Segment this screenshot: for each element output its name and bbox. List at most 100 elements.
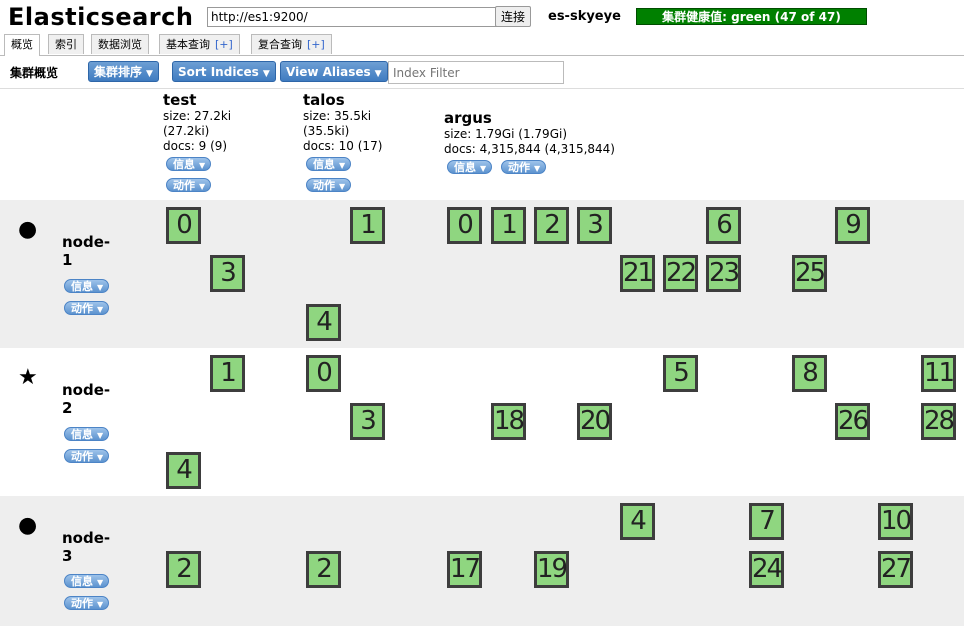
index-filter-input[interactable] xyxy=(388,61,564,84)
shard[interactable]: 3 xyxy=(210,255,245,292)
index-header-talos: talos size: 35.5ki (35.5ki) docs: 10 (17… xyxy=(303,91,382,193)
chevron-down-icon: ▼ xyxy=(146,69,153,79)
shard[interactable]: 22 xyxy=(663,255,698,292)
chevron-down-icon: ▼ xyxy=(97,305,104,314)
shard[interactable]: 27 xyxy=(878,551,913,588)
shard[interactable]: 26 xyxy=(835,403,870,440)
shard[interactable]: 21 xyxy=(620,255,655,292)
shard[interactable]: 17 xyxy=(447,551,482,588)
shard[interactable]: 18 xyxy=(491,403,526,440)
index-name: talos xyxy=(303,91,345,109)
index-info-button[interactable]: 信息 ▼ xyxy=(306,157,352,171)
tab-add-icon[interactable]: [+] xyxy=(215,38,233,51)
toolbar-title: 集群概览 xyxy=(10,66,59,80)
shard[interactable]: 4 xyxy=(166,452,201,489)
shard[interactable]: 8 xyxy=(792,355,827,392)
shard[interactable]: 1 xyxy=(210,355,245,392)
shard[interactable]: 4 xyxy=(620,503,655,540)
index-docs: docs: 10 (17) xyxy=(303,139,383,153)
sort-indices-button[interactable]: Sort Indices ▼ xyxy=(172,61,276,82)
circle-icon: ● xyxy=(18,513,38,538)
tab-bar: 概览 索引 数据浏览 基本查询 [+] 复合查询 [+] xyxy=(0,33,964,56)
view-aliases-button[interactable]: View Aliases ▼ xyxy=(280,61,388,82)
shard[interactable]: 0 xyxy=(447,207,482,244)
tab-basic-query[interactable]: 基本查询 [+] xyxy=(159,34,240,54)
index-info-button[interactable]: 信息 ▼ xyxy=(166,157,212,171)
button-label: 集群排序 xyxy=(94,65,143,79)
shard[interactable]: 10 xyxy=(878,503,913,540)
node-info-button[interactable]: 信息 ▼ xyxy=(64,574,110,588)
shard[interactable]: 28 xyxy=(921,403,956,440)
index-size: size: 1.79Gi (1.79Gi) xyxy=(444,127,568,141)
index-header-argus: argus size: 1.79Gi (1.79Gi) docs: 4,315,… xyxy=(444,109,615,175)
chevron-down-icon: ▼ xyxy=(97,453,104,462)
shard[interactable]: 7 xyxy=(749,503,784,540)
node-row-2: ★ node- 2 信息 ▼ 动作 ▼ 1 4 0 3 5 8 11 18 20 26… xyxy=(0,348,964,496)
button-label: Sort Indices xyxy=(178,65,259,79)
shard[interactable]: 3 xyxy=(350,403,385,440)
shard[interactable]: 2 xyxy=(306,551,341,588)
node-name[interactable]: node- 3 xyxy=(62,529,110,565)
node-action-button[interactable]: 动作 ▼ xyxy=(64,449,110,463)
chevron-down-icon: ▼ xyxy=(97,283,104,292)
shard[interactable]: 23 xyxy=(706,255,741,292)
shard[interactable]: 5 xyxy=(663,355,698,392)
circle-icon: ● xyxy=(18,217,38,242)
shard[interactable]: 3 xyxy=(577,207,612,244)
tab-label: 基本查询 xyxy=(166,38,210,51)
chevron-down-icon: ▼ xyxy=(480,164,487,173)
index-action-button[interactable]: 动作 ▼ xyxy=(166,178,212,192)
shard[interactable]: 2 xyxy=(166,551,201,588)
node-name[interactable]: node- 2 xyxy=(62,381,110,417)
shard[interactable]: 4 xyxy=(306,304,341,341)
button-label: View Aliases xyxy=(286,65,371,79)
node-action-button[interactable]: 动作 ▼ xyxy=(64,301,110,315)
app-logo: Elasticsearch xyxy=(8,3,194,31)
node-action-button[interactable]: 动作 ▼ xyxy=(64,596,110,610)
node-name[interactable]: node- 1 xyxy=(62,233,110,269)
chevron-down-icon: ▼ xyxy=(97,431,104,440)
shard[interactable]: 0 xyxy=(306,355,341,392)
shard[interactable]: 0 xyxy=(166,207,201,244)
tab-label: 数据浏览 xyxy=(98,38,142,51)
node-info-button[interactable]: 信息 ▼ xyxy=(64,427,110,441)
chevron-down-icon: ▼ xyxy=(262,69,270,79)
star-icon: ★ xyxy=(18,365,38,390)
cluster-health-badge: 集群健康值: green (47 of 47) xyxy=(636,8,867,25)
index-size: size: 35.5ki xyxy=(303,109,372,123)
tab-indices[interactable]: 索引 xyxy=(48,34,84,54)
index-action-button[interactable]: 动作 ▼ xyxy=(306,178,352,192)
shard[interactable]: 24 xyxy=(749,551,784,588)
tab-compound-query[interactable]: 复合查询 [+] xyxy=(251,34,332,54)
node-row-1: ● node- 1 信息 ▼ 动作 ▼ 0 3 1 4 0 1 2 3 6 9 21 … xyxy=(0,200,964,348)
index-action-button[interactable]: 动作 ▼ xyxy=(500,160,547,174)
shard[interactable]: 20 xyxy=(577,403,612,440)
index-info-button[interactable]: 信息 ▼ xyxy=(447,160,493,174)
chevron-down-icon: ▼ xyxy=(339,161,346,170)
chevron-down-icon: ▼ xyxy=(199,182,206,191)
cluster-url-input[interactable] xyxy=(207,7,497,27)
index-size-total: (35.5ki) xyxy=(303,124,350,138)
cluster-name: es-skyeye xyxy=(548,9,621,24)
chevron-down-icon: ▼ xyxy=(199,161,206,170)
index-header-test: test size: 27.2ki (27.2ki) docs: 9 (9) 信… xyxy=(163,91,231,193)
chevron-down-icon: ▼ xyxy=(339,182,346,191)
node-info-button[interactable]: 信息 ▼ xyxy=(64,279,110,293)
tab-overview[interactable]: 概览 xyxy=(4,34,40,56)
shard[interactable]: 1 xyxy=(350,207,385,244)
tab-add-icon[interactable]: [+] xyxy=(307,38,325,51)
shard[interactable]: 6 xyxy=(706,207,741,244)
node-row-3: ● node- 3 信息 ▼ 动作 ▼ 2 2 4 7 10 17 19 24 27 xyxy=(0,496,964,626)
shard[interactable]: 2 xyxy=(534,207,569,244)
header-bar: Elasticsearch 连接 es-skyeye 集群健康值: green … xyxy=(0,0,964,34)
shard[interactable]: 9 xyxy=(835,207,870,244)
connect-button[interactable]: 连接 xyxy=(495,6,532,27)
tab-browser[interactable]: 数据浏览 xyxy=(91,34,149,54)
shard[interactable]: 1 xyxy=(491,207,526,244)
cluster-sort-button[interactable]: 集群排序 ▼ xyxy=(88,61,159,82)
chevron-down-icon: ▼ xyxy=(374,69,382,79)
shard[interactable]: 11 xyxy=(921,355,956,392)
chevron-down-icon: ▼ xyxy=(97,600,104,609)
shard[interactable]: 19 xyxy=(534,551,569,588)
shard[interactable]: 25 xyxy=(792,255,827,292)
